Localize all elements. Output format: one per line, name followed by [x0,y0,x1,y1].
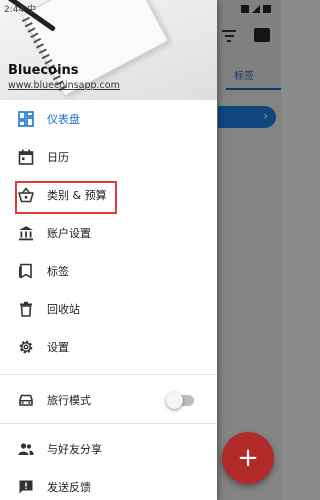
menu-item-label: 设置 [47,341,69,354]
menu-item-label: 账户设置 [47,227,91,240]
menu-item-feedback[interactable]: 发送反馈 [0,468,217,500]
menu-item-share[interactable]: 与好友分享 [0,430,217,468]
menu-item-label: 标签 [47,265,69,278]
navigation-drawer: 2:44 中 Bluecoins www.bluecoinsapp.com 仪表… [0,0,217,500]
menu-item-label: 发送反馈 [47,481,91,494]
menu-item-label: 旅行模式 [47,394,91,407]
feedback-icon [19,480,33,494]
menu-item-travel-mode[interactable]: 旅行模式 [0,381,217,419]
drawer-header: 2:44 中 Bluecoins www.bluecoinsapp.com [0,0,217,100]
menu-item-label: 与好友分享 [47,443,102,456]
travel-mode-toggle[interactable] [166,392,194,409]
menu-item-trash[interactable]: 回收站 [0,290,217,328]
add-transaction-button[interactable]: + [222,432,274,484]
calendar-icon [18,149,34,165]
bank-icon [19,226,33,241]
gear-icon [19,340,33,354]
menu-divider [0,374,217,375]
menu-divider [0,423,217,424]
people-icon [18,443,34,455]
status-time: 2:44 中 [4,5,37,15]
menu-item-labels[interactable]: 标签 [0,252,217,290]
highlight-box [15,181,117,214]
menu-item-settings[interactable]: 设置 [0,328,217,366]
drawer-menu: 仪表盘 日历 类别 & 预算 账户设置 标签 回收站 设置 旅行模式 与好友分享… [0,100,217,500]
menu-item-label: 回收站 [47,303,80,316]
app-name: Bluecoins [8,63,79,78]
menu-item-calendar[interactable]: 日历 [0,138,217,176]
menu-item-dashboard[interactable]: 仪表盘 [0,100,217,138]
car-icon [19,394,33,406]
menu-item-accounts[interactable]: 账户设置 [0,214,217,252]
menu-item-label: 仪表盘 [47,113,80,126]
dashboard-icon [18,111,34,127]
toggle-knob [166,392,183,409]
menu-item-label: 日历 [47,151,69,164]
app-url-link[interactable]: www.bluecoinsapp.com [8,80,120,91]
label-icon [19,263,32,279]
trash-icon [20,301,32,317]
